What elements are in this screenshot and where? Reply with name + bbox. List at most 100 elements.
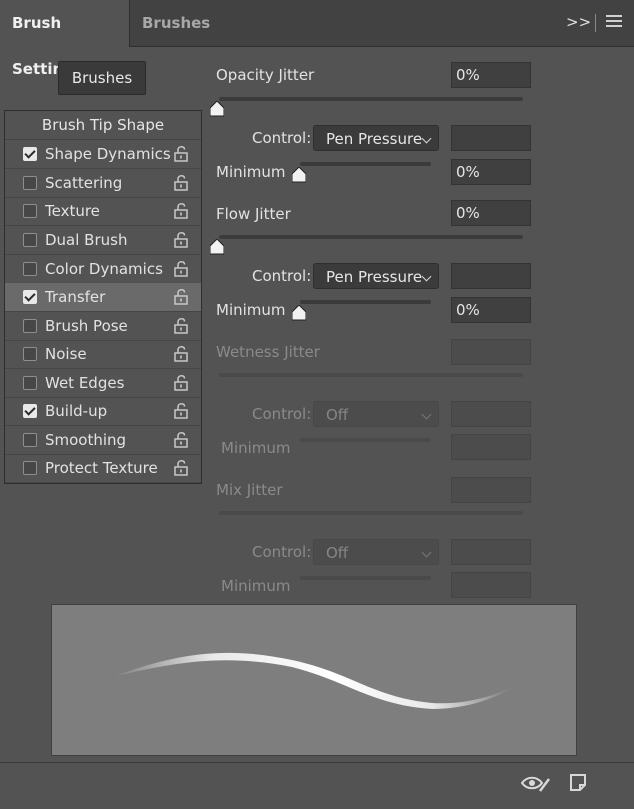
opacity-minimum-slider[interactable] — [300, 162, 431, 166]
flow-minimum-label: Minimum — [216, 301, 286, 319]
sidebar-item-label: Noise — [45, 345, 87, 363]
sidebar-item[interactable]: Dual Brush — [5, 226, 201, 255]
wetness-jitter-slider — [219, 373, 523, 377]
wetness-minimum-slider — [300, 438, 431, 442]
sidebar-item[interactable]: Brush Pose — [5, 312, 201, 341]
sidebar-item-label: Shape Dynamics — [45, 145, 171, 163]
sidebar-item-label: Dual Brush — [45, 231, 128, 249]
sidebar-item-checkbox[interactable] — [23, 433, 37, 447]
sidebar-item-checkbox[interactable] — [23, 176, 37, 190]
flow-minimum-input[interactable]: 0% — [451, 297, 531, 323]
sidebar-item[interactable]: Protect Texture — [5, 454, 201, 483]
sidebar-item-checkbox[interactable] — [23, 347, 37, 361]
unlock-icon[interactable] — [174, 261, 188, 277]
sidebar-item[interactable]: Transfer — [5, 283, 201, 312]
panel-footer — [0, 762, 634, 809]
opacity-jitter-slider-thumb[interactable] — [210, 101, 224, 117]
new-preset-icon[interactable] — [570, 774, 586, 792]
sidebar-item-checkbox[interactable] — [23, 262, 37, 276]
mix-control-dropdown: Off — [313, 539, 439, 565]
brush-tip-shape-item[interactable]: Brush Tip Shape — [5, 111, 201, 140]
sidebar-item[interactable]: Shape Dynamics — [5, 140, 201, 169]
opacity-minimum-label: Minimum — [216, 163, 286, 181]
sidebar-item-checkbox[interactable] — [23, 147, 37, 161]
brush-options-list: Brush Tip Shape Shape Dynamics Scattering… — [4, 110, 202, 484]
opacity-control-dropdown[interactable]: Pen Pressure — [313, 125, 439, 151]
chevron-down-icon — [421, 271, 432, 282]
mix-jitter-slider — [219, 511, 523, 515]
sidebar-item-label: Smoothing — [45, 431, 127, 449]
opacity-minimum-slider-thumb[interactable] — [292, 167, 306, 183]
sidebar-item-checkbox[interactable] — [23, 233, 37, 247]
brushes-panel-button[interactable]: Brushes — [58, 61, 146, 95]
opacity-jitter-label: Opacity Jitter — [216, 66, 315, 84]
sidebar-item-checkbox[interactable] — [23, 376, 37, 390]
sidebar-item[interactable]: Texture — [5, 197, 201, 226]
mix-control-label: Control: — [252, 543, 312, 561]
wetness-jitter-label: Wetness Jitter — [216, 343, 320, 361]
unlock-icon[interactable] — [174, 346, 188, 362]
wetness-control-dropdown: Off — [313, 401, 439, 427]
sidebar-item[interactable]: Noise — [5, 340, 201, 369]
eye-brush-icon[interactable] — [521, 774, 551, 794]
unlock-icon[interactable] — [174, 289, 188, 305]
unlock-icon[interactable] — [174, 232, 188, 248]
flow-control-value: Pen Pressure — [326, 268, 423, 286]
mix-control-value: Off — [326, 544, 349, 562]
unlock-icon[interactable] — [174, 175, 188, 191]
opacity-minimum-input[interactable]: 0% — [451, 159, 531, 185]
sidebar-item-checkbox[interactable] — [23, 404, 37, 418]
sidebar-item-label: Wet Edges — [45, 374, 125, 392]
unlock-icon[interactable] — [174, 432, 188, 448]
flow-jitter-input[interactable]: 0% — [451, 200, 531, 226]
flow-jitter-label: Flow Jitter — [216, 205, 291, 223]
flow-jitter-slider[interactable] — [219, 235, 523, 239]
sidebar-item-label: Transfer — [45, 288, 106, 306]
sidebar-item-checkbox[interactable] — [23, 204, 37, 218]
opacity-control-value: Pen Pressure — [326, 130, 423, 148]
wetness-control-extra-field — [451, 401, 531, 427]
tab-brushes[interactable]: Brushes — [130, 0, 224, 46]
sidebar-item-checkbox[interactable] — [23, 290, 37, 304]
sidebar-item[interactable]: Smoothing — [5, 426, 201, 455]
tab-bar: Brush Settings Brushes >> — [0, 0, 634, 78]
hamburger-menu-icon[interactable] — [606, 15, 622, 30]
opacity-jitter-slider[interactable] — [219, 97, 523, 101]
sidebar-item-label: Scattering — [45, 174, 123, 192]
sidebar-item-label: Brush Pose — [45, 317, 128, 335]
flow-jitter-slider-thumb[interactable] — [210, 239, 224, 255]
collapse-panel-icon[interactable]: >> — [566, 13, 591, 31]
sidebar-item-label: Build-up — [45, 402, 108, 420]
sidebar-item-checkbox[interactable] — [23, 461, 37, 475]
flow-control-extra-field — [451, 263, 531, 289]
sidebar-item-checkbox[interactable] — [23, 319, 37, 333]
unlock-icon[interactable] — [174, 375, 188, 391]
sidebar-item[interactable]: Build-up — [5, 397, 201, 426]
unlock-icon[interactable] — [174, 403, 188, 419]
flow-control-dropdown[interactable]: Pen Pressure — [313, 263, 439, 289]
unlock-icon[interactable] — [174, 146, 188, 162]
mix-control-extra-field — [451, 539, 531, 565]
wetness-control-value: Off — [326, 406, 349, 424]
opacity-control-extra-field — [451, 125, 531, 151]
chevron-down-icon — [421, 409, 432, 420]
sidebar-item[interactable]: Scattering — [5, 169, 201, 198]
sidebar-item[interactable]: Color Dynamics — [5, 255, 201, 284]
unlock-icon[interactable] — [174, 460, 188, 476]
brush-stroke-preview-graphic — [112, 652, 512, 709]
unlock-icon[interactable] — [174, 203, 188, 219]
sidebar-item[interactable]: Wet Edges — [5, 369, 201, 398]
mix-jitter-label: Mix Jitter — [216, 481, 283, 499]
sidebar-item-label: Color Dynamics — [45, 260, 163, 278]
flow-minimum-slider-thumb[interactable] — [292, 305, 306, 321]
flow-minimum-slider[interactable] — [300, 300, 431, 304]
flow-control-label: Control: — [252, 267, 312, 285]
wetness-minimum-label: Minimum — [221, 439, 291, 457]
tab-brush-settings[interactable]: Brush Settings — [0, 0, 130, 78]
unlock-icon[interactable] — [174, 318, 188, 334]
wetness-control-label: Control: — [252, 405, 312, 423]
chevron-down-icon — [421, 133, 432, 144]
mix-minimum-input — [451, 572, 531, 598]
wetness-jitter-input — [451, 339, 531, 365]
opacity-jitter-input[interactable]: 0% — [451, 62, 531, 88]
